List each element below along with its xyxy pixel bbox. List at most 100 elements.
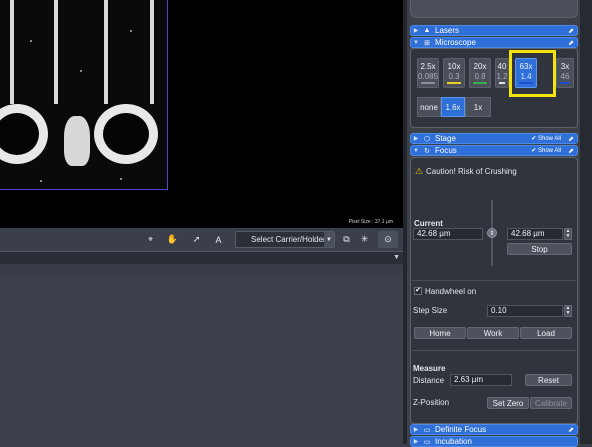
external-window-icon[interactable]: ⬈ xyxy=(568,27,574,35)
definite-focus-icon: ▭ xyxy=(423,426,431,434)
work-button[interactable]: Work xyxy=(467,327,519,339)
viewer-toolbar: ⌖ ✋ ➚ A Select Carrier/Holder ▼ ⧉ ✳ ⊙ xyxy=(0,228,403,251)
image-rail xyxy=(54,0,58,104)
objective-color-bar xyxy=(473,82,487,84)
current-label: Current xyxy=(414,219,443,228)
objective-color-bar xyxy=(499,82,505,84)
section-label: Definite Focus xyxy=(435,425,487,434)
objective-mag: 20x xyxy=(473,62,487,71)
laser-icon: ▲ xyxy=(423,27,431,34)
set-zero-button[interactable]: Set Zero xyxy=(487,397,529,409)
measure-label: Measure xyxy=(413,364,446,373)
warning-icon: ⚠ xyxy=(415,166,424,176)
tube-lens-none[interactable]: none xyxy=(417,97,441,117)
handwheel-checkbox[interactable]: ✔ xyxy=(414,287,422,295)
objective-na: 1.2 xyxy=(496,72,508,81)
focus-icon: ↻ xyxy=(424,147,430,155)
collapse-arrow-icon[interactable]: ▼ xyxy=(393,254,400,261)
external-window-icon[interactable]: ⬈ xyxy=(568,135,574,143)
expand-arrow-icon: ▶ xyxy=(413,427,419,433)
objective-na: 0.8 xyxy=(474,72,486,81)
show-all-toggle[interactable]: ✔ Show All xyxy=(531,135,561,142)
objective-mag: 40 xyxy=(497,62,507,71)
lower-panel xyxy=(0,274,403,444)
objective-na: 0.085 xyxy=(418,72,439,81)
target-spinner[interactable]: ▲ ▼ xyxy=(564,228,572,240)
image-viewer[interactable]: Pixel Size : 37.1 µm xyxy=(0,0,403,228)
external-window-icon[interactable]: ⬈ xyxy=(568,426,574,434)
show-all-label: Show All xyxy=(537,136,561,142)
image-blob xyxy=(64,116,90,166)
section-incubation[interactable]: ▶ ▭ Incubation xyxy=(410,436,578,447)
step-size-field[interactable]: 0.10 xyxy=(487,305,563,317)
objective-20x[interactable]: 20x 0.8 xyxy=(469,58,491,88)
objective-10x[interactable]: 10x 0.3 xyxy=(443,58,465,88)
caution-text: Caution! Risk of Crushing xyxy=(426,167,517,176)
load-button[interactable]: Load xyxy=(520,327,572,339)
section-microscope[interactable]: ▼ ⊞ Microscope ⬈ xyxy=(410,37,578,48)
panel-top-box xyxy=(410,0,578,18)
objective-mag: 2.5x xyxy=(420,62,436,71)
highlight-annotation-box xyxy=(509,50,556,97)
objective-next[interactable]: 3x 46 xyxy=(556,58,574,88)
step-size-label: Step Size xyxy=(413,306,448,315)
crosshair-icon[interactable]: ⌖ xyxy=(142,231,159,248)
section-stage[interactable]: ▶ ⬡ Stage ✔ Show All ⬈ xyxy=(410,133,578,144)
section-label: Focus xyxy=(435,146,457,155)
image-ring xyxy=(94,104,158,164)
image-ring xyxy=(0,104,48,164)
objective-color-bar xyxy=(447,82,461,84)
tube-lens-1-6x[interactable]: 1.6x xyxy=(441,97,465,117)
section-focus[interactable]: ▼ ↻ Focus ✔ Show All ⬈ xyxy=(410,145,578,156)
objective-na: 46 xyxy=(560,72,570,81)
objective-color-bar xyxy=(560,82,570,84)
calibrate-button: Calibrate xyxy=(530,397,572,409)
section-definite-focus[interactable]: ▶ ▭ Definite Focus ⬈ xyxy=(410,424,578,435)
objective-2-5x[interactable]: 2.5x 0.085 xyxy=(417,58,439,88)
select-carrier-dropdown[interactable]: Select Carrier/Holder ▼ xyxy=(235,231,335,248)
expand-arrow-icon: ▶ xyxy=(413,28,419,34)
pixel-size-readout: Pixel Size : 37.1 µm xyxy=(348,219,393,225)
objective-mag: 3x xyxy=(560,62,570,71)
carrier-settings-icon[interactable]: ⧉ xyxy=(338,231,355,248)
select-carrier-label: Select Carrier/Holder xyxy=(251,235,326,244)
reset-button[interactable]: Reset xyxy=(525,374,572,386)
collapse-arrow-icon: ▼ xyxy=(413,147,419,154)
chevron-down-icon[interactable]: ▼ xyxy=(324,232,334,247)
z-position-label: Z-Position xyxy=(413,398,450,407)
hand-icon[interactable]: ✋ xyxy=(164,231,181,248)
zoom-tool-icon[interactable]: ✳ xyxy=(356,231,373,248)
external-window-icon[interactable]: ⬈ xyxy=(568,39,574,47)
section-lasers[interactable]: ▶ ▲ Lasers ⬈ xyxy=(410,25,578,36)
stage-icon: ⬡ xyxy=(423,135,431,143)
target-position-field[interactable]: 42.68 µm xyxy=(507,228,563,240)
text-tool-button[interactable]: A xyxy=(210,231,227,248)
current-position-field: 42.68 µm xyxy=(413,228,483,240)
image-rail xyxy=(104,0,108,104)
image-rail xyxy=(150,0,154,104)
microscope-icon: ⊞ xyxy=(424,39,430,47)
section-label: Stage xyxy=(435,134,456,143)
camera-icon[interactable]: ⊙ xyxy=(378,231,398,248)
step-size-spinner[interactable]: ▲ ▼ xyxy=(564,305,572,317)
external-window-icon[interactable]: ⬈ xyxy=(568,147,574,155)
objective-color-bar xyxy=(421,82,435,84)
show-all-label: Show All xyxy=(537,148,561,154)
distance-label: Distance xyxy=(413,376,445,385)
splitter-bar[interactable]: ▼ xyxy=(0,251,403,264)
panel-scrollbar[interactable] xyxy=(580,0,592,444)
collapse-arrow-icon: ▼ xyxy=(413,39,419,46)
handwheel-label: Handwheel on xyxy=(425,287,477,296)
image-rail xyxy=(10,0,14,104)
tube-lens-1x[interactable]: 1x xyxy=(465,97,491,117)
distance-field: 2.63 µm xyxy=(450,374,512,386)
focus-slider-knob[interactable]: ⇕ xyxy=(487,228,497,238)
home-button[interactable]: Home xyxy=(414,327,466,339)
section-label: Microscope xyxy=(435,38,476,47)
show-all-toggle[interactable]: ✔ Show All xyxy=(531,147,561,154)
stop-button[interactable]: Stop xyxy=(507,243,572,255)
objective-40x[interactable]: 40 1.2 xyxy=(495,58,509,88)
incubation-icon: ▭ xyxy=(423,438,431,446)
pointer-icon[interactable]: ➚ xyxy=(188,231,205,248)
lower-strip xyxy=(0,264,403,274)
